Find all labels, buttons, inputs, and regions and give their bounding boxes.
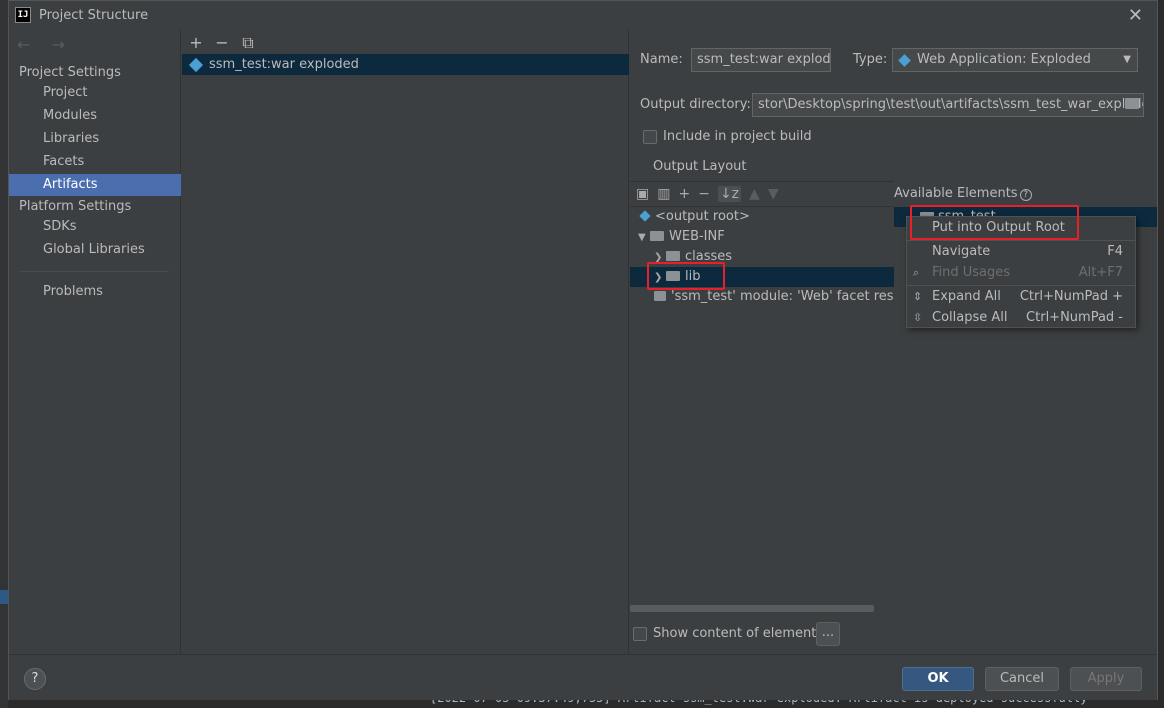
available-elements-label: Available Elements [894,186,1018,201]
nav-divider [19,271,169,272]
chevron-down-icon[interactable]: ▼ [638,228,650,247]
annotation-highlight-lib [647,262,725,290]
include-in-build-checkbox[interactable] [643,130,657,144]
annotation-highlight-put-into-root [910,205,1079,240]
web-inf-label: WEB-INF [669,229,725,244]
archive-icon[interactable]: ▥ [657,186,670,202]
intellij-app-icon: IJ [15,7,31,23]
cancel-button[interactable]: Cancel [985,667,1059,691]
web-artifact-icon [188,57,204,72]
search-icon: ⌕ [913,266,920,279]
copy-icon[interactable]: ⧉ [240,33,256,53]
navigate-shortcut: F4 [1107,244,1123,259]
window-title: Project Structure [39,7,149,23]
folder-icon [666,251,680,261]
nav-item-sdks[interactable]: SDKs [9,216,181,238]
tree-web-inf[interactable]: ▼ WEB-INF [630,227,894,247]
output-directory-value: stor\Desktop\spring\test\out\artifacts\s… [758,97,1144,112]
expand-all-shortcut: Ctrl+NumPad + [1019,289,1123,304]
available-elements-header: Available Elements? [894,181,1032,207]
project-settings-header: Project Settings [19,65,121,80]
show-content-checkbox[interactable] [633,627,647,641]
find-usages-shortcut: Alt+F7 [1078,265,1123,280]
menu-navigate[interactable]: Navigate F4 [907,241,1135,262]
include-in-build-label: Include in project build [663,129,812,144]
output-root-icon [639,210,651,222]
output-directory-label: Output directory: [640,97,751,112]
nav-item-libraries[interactable]: Libraries [9,128,181,150]
collapse-all-label: Collapse All [932,310,1008,325]
artifact-toolbar: + − ⧉ [188,33,256,53]
name-label: Name: [640,52,683,67]
type-label: Type: [853,52,888,67]
new-folder-icon[interactable]: ▣ [636,186,649,202]
more-options-button[interactable]: ... [816,622,840,646]
artifact-item[interactable]: ssm_test:war exploded [182,54,629,75]
facet-resources-label: 'ssm_test' module: 'Web' facet resources [671,289,894,304]
add-icon[interactable]: + [678,186,690,202]
remove-icon[interactable]: − [214,33,230,53]
add-icon[interactable]: + [188,33,204,53]
horizontal-scrollbar[interactable] [630,605,874,612]
collapse-all-icon: ⇳ [913,311,923,324]
output-layout-toolbar: ▣ ▥ + − ↓z ▲ ▼ [630,181,894,207]
name-field[interactable]: ssm_test:war exploded [691,48,831,72]
chevron-down-icon: ▼ [1123,54,1131,65]
menu-collapse-all[interactable]: ⇳ Collapse All Ctrl+NumPad - [907,307,1135,328]
artifact-detail-panel: Name: ssm_test:war exploded Type: Web Ap… [630,29,1157,654]
move-down-icon[interactable]: ▼ [768,186,779,202]
tree-facet-resources[interactable]: 'ssm_test' module: 'Web' facet resources [630,287,894,307]
menu-find-usages[interactable]: ⌕ Find Usages Alt+F7 [907,262,1135,283]
tree-output-root[interactable]: <output root> [630,207,894,227]
expand-all-icon: ⇕ [913,290,923,303]
type-value: Web Application: Exploded [917,52,1091,67]
apply-button[interactable]: Apply [1070,667,1142,691]
ok-button[interactable]: OK [902,667,974,691]
nav-item-artifacts[interactable]: Artifacts [9,174,181,196]
close-icon[interactable]: ✕ [1128,5,1143,26]
collapse-all-shortcut: Ctrl+NumPad - [1026,310,1123,325]
expand-all-label: Expand All [932,289,1001,304]
find-usages-label: Find Usages [932,265,1011,280]
menu-expand-all[interactable]: ⇕ Expand All Ctrl+NumPad + [907,286,1135,307]
output-directory-field[interactable]: stor\Desktop\spring\test\out\artifacts\s… [752,93,1144,117]
nav-item-problems[interactable]: Problems [9,281,181,303]
help-icon[interactable]: ? [1019,189,1032,201]
help-button[interactable]: ? [24,668,46,690]
platform-settings-header: Platform Settings [19,199,132,214]
folder-icon [650,231,664,241]
output-layout-label: Output Layout [653,159,747,174]
show-content-label: Show content of elements [653,626,824,641]
move-up-icon[interactable]: ▲ [749,186,760,202]
web-type-icon [898,54,911,67]
ide-background-selection [0,590,8,604]
nav-item-facets[interactable]: Facets [9,151,181,173]
settings-nav: ← → Project Settings Project Modules Lib… [9,29,181,654]
dialog-button-bar: ? OK Cancel Apply [9,654,1157,700]
nav-item-modules[interactable]: Modules [9,105,181,127]
remove-icon[interactable]: − [698,186,710,202]
output-root-label: <output root> [655,209,750,224]
navigate-label: Navigate [932,244,991,259]
project-structure-dialog: IJ Project Structure ✕ ← → Project Setti… [8,0,1158,700]
browse-folder-icon[interactable] [1125,98,1139,109]
nav-item-project[interactable]: Project [9,82,181,104]
nav-back-forward-icons[interactable]: ← → [17,35,73,54]
artifact-name: ssm_test:war exploded [209,57,359,72]
artifact-list-panel: + − ⧉ ssm_test:war exploded [182,29,629,654]
sort-icon[interactable]: ↓z [717,186,742,202]
title-bar: IJ Project Structure ✕ [9,1,1157,29]
nav-item-global-libraries[interactable]: Global Libraries [9,239,181,261]
type-select[interactable]: Web Application: Exploded ▼ [892,48,1138,72]
web-facet-icon [654,291,666,301]
